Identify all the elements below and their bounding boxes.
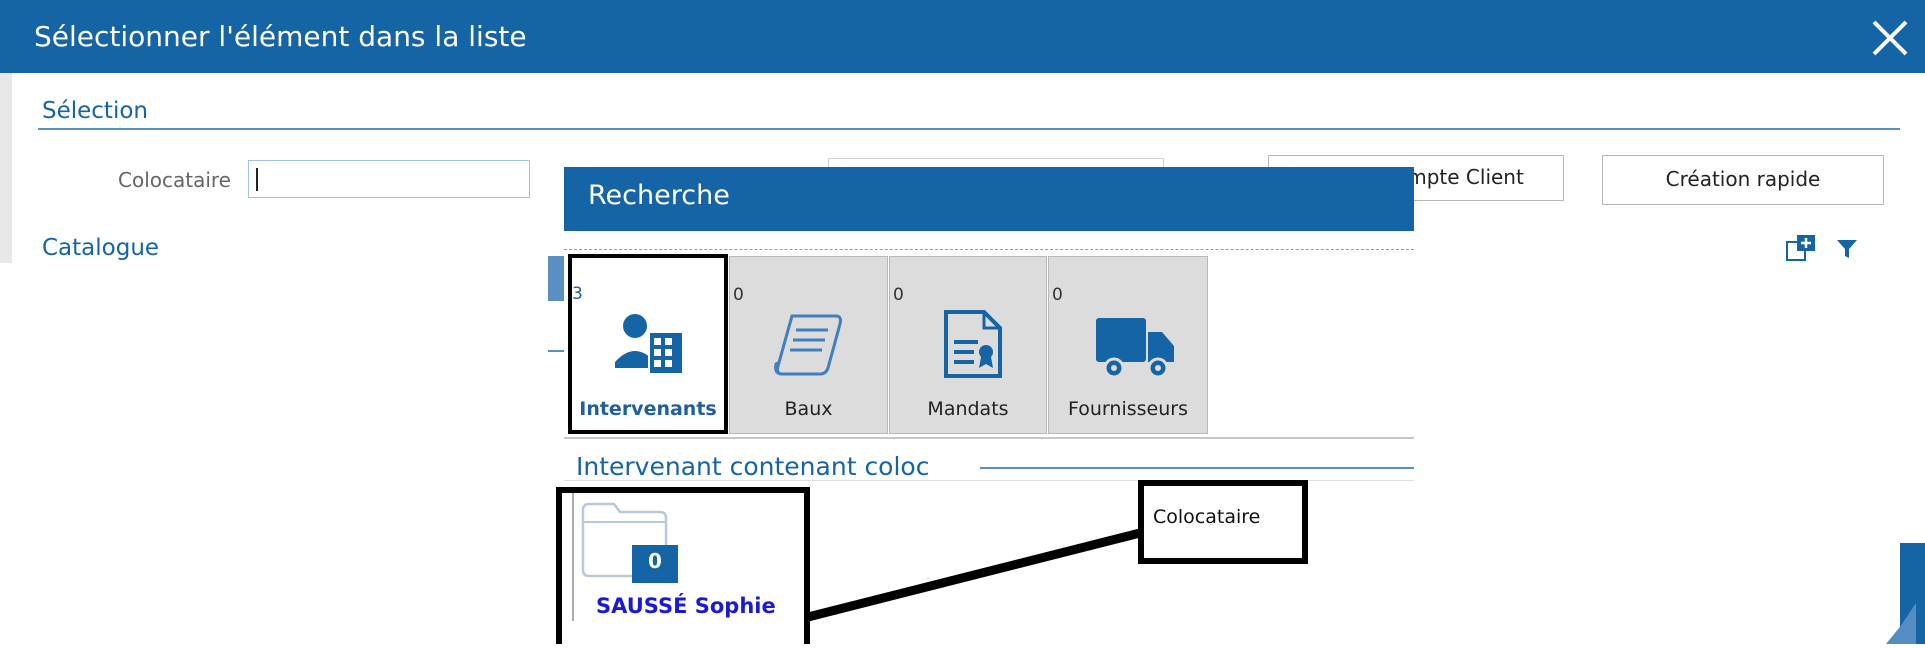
colocataire-input[interactable]: [248, 160, 530, 198]
tab-intervenants-label: Intervenants: [579, 398, 717, 420]
truck-icon: [1090, 300, 1180, 390]
results-divider: [980, 467, 1414, 469]
corner-accent-shape: [1886, 543, 1925, 644]
scroll-icon: [768, 302, 852, 386]
tab-baux-count: 0: [733, 285, 744, 305]
intervenant-building-icon: [605, 300, 695, 390]
selection-section-title: Sélection: [42, 98, 148, 124]
colocataire-label: Colocataire: [118, 168, 231, 192]
catalogue-section-title: Catalogue: [42, 235, 160, 261]
result-count-badge-text: 0: [648, 549, 662, 573]
selection-divider: [38, 128, 1900, 130]
new-window-icon[interactable]: [1785, 233, 1817, 263]
tabs-bottom-border: [564, 437, 1414, 439]
recherche-dashed-divider: [564, 249, 1414, 250]
recherche-title: Recherche: [588, 180, 730, 211]
filter-icon[interactable]: [1836, 238, 1858, 260]
results-section-title: Intervenant contenant coloc: [576, 452, 930, 481]
callout-text: Colocataire: [1153, 506, 1261, 528]
tab-fournisseurs-count: 0: [1052, 285, 1063, 305]
compte-client-button-label: ompte Client: [1395, 165, 1524, 189]
text-caret: [256, 168, 258, 191]
result-card-accent: [572, 493, 574, 621]
tab-fournisseurs-label: Fournisseurs: [1068, 398, 1188, 420]
tab-mandats-label: Mandats: [927, 398, 1009, 420]
tab-baux-label: Baux: [784, 398, 833, 420]
certificate-icon: [930, 302, 1014, 386]
tab-mandats-count: 0: [893, 285, 904, 305]
creation-rapide-button-label: Création rapide: [1665, 167, 1821, 191]
tab-intervenants-count: 3: [572, 284, 583, 304]
result-card-name[interactable]: SAUSSÉ Sophie: [596, 594, 776, 618]
dialog-title: Sélectionner l'élément dans la liste: [34, 20, 527, 53]
close-icon[interactable]: [1868, 16, 1912, 60]
left-edge-strip: [0, 73, 12, 263]
